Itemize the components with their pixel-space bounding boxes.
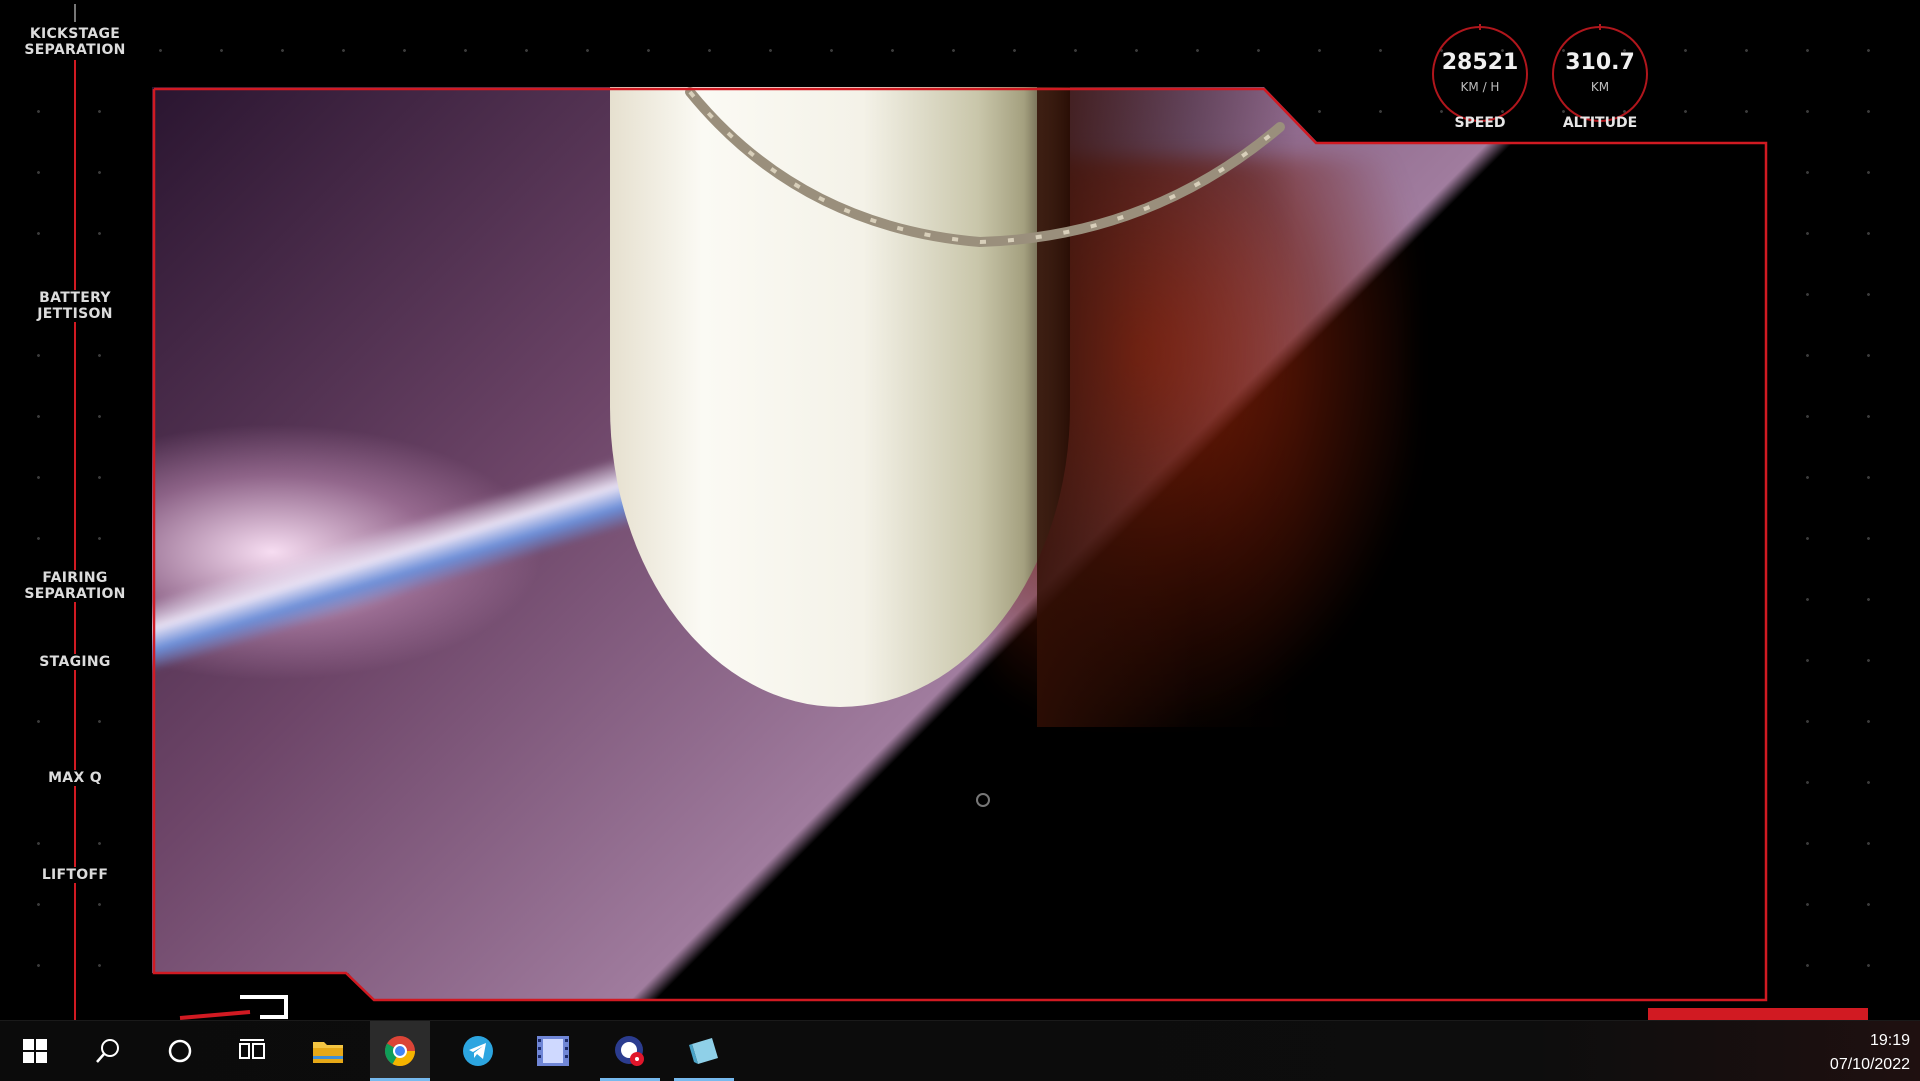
clock-time: 19:19 (1869, 1032, 1910, 1049)
speed-label: SPEED (1454, 115, 1506, 131)
system-clock[interactable]: 19:19 07/10/2022 (1830, 1029, 1910, 1077)
windows-start-icon[interactable] (5, 1021, 65, 1081)
speed-value: 28521 (1441, 50, 1519, 75)
event-label-line1: LIFTOFF (41, 867, 109, 883)
timeline-event-battery-jettison: BATTERY JETTISON (0, 290, 150, 322)
task-view-icon[interactable] (222, 1021, 282, 1081)
telegram-icon[interactable] (448, 1021, 508, 1081)
video-player-icon[interactable] (523, 1021, 583, 1081)
altitude-unit: KM (1590, 80, 1610, 94)
timeline-top-tick (74, 4, 76, 22)
onboard-camera-feed (152, 87, 1768, 1001)
windows-taskbar: 19:19 07/10/2022 (0, 1020, 1920, 1081)
separation-ring-bolts (685, 87, 1285, 248)
altitude-value: 310.7 (1565, 50, 1635, 75)
notes-icon[interactable] (674, 1021, 734, 1081)
search-icon[interactable] (78, 1021, 138, 1081)
event-label-line1: STAGING (39, 654, 111, 670)
event-label-line1: BATTERY (39, 290, 111, 306)
timeline-event-liftoff: LIFTOFF (0, 867, 150, 883)
file-explorer-icon[interactable] (298, 1021, 358, 1081)
event-label-line1: KICKSTAGE (29, 26, 121, 42)
timeline-event-fairing-separation: FAIRING SEPARATION (0, 570, 150, 602)
event-label-line2: SEPARATION (24, 42, 126, 58)
speed-unit: KM / H (1460, 80, 1500, 94)
event-label-line2: JETTISON (37, 306, 113, 322)
timeline-event-kickstage-separation: KICKSTAGE SEPARATION (0, 26, 150, 58)
event-label-line2: SEPARATION (24, 586, 126, 602)
timeline-event-max-q: MAX Q (0, 770, 150, 786)
speed-gauge: 28521 KM / H (1430, 24, 1530, 124)
mission-timeline: KICKSTAGE SEPARATION BATTERY JETTISON FA… (0, 0, 150, 1020)
event-label-line1: FAIRING (42, 570, 108, 586)
altitude-label: ALTITUDE (1562, 115, 1638, 131)
event-label-line1: MAX Q (48, 770, 102, 786)
cortana-icon[interactable] (150, 1021, 210, 1081)
clock-date: 07/10/2022 (1829, 1056, 1910, 1073)
chrome-icon[interactable] (370, 1021, 430, 1081)
debris-speck (976, 793, 990, 807)
status-bar-accent (1648, 1008, 1868, 1020)
timeline-event-staging: STAGING (0, 654, 150, 670)
altitude-gauge: 310.7 KM (1550, 24, 1650, 124)
recorder-icon[interactable] (600, 1021, 660, 1081)
